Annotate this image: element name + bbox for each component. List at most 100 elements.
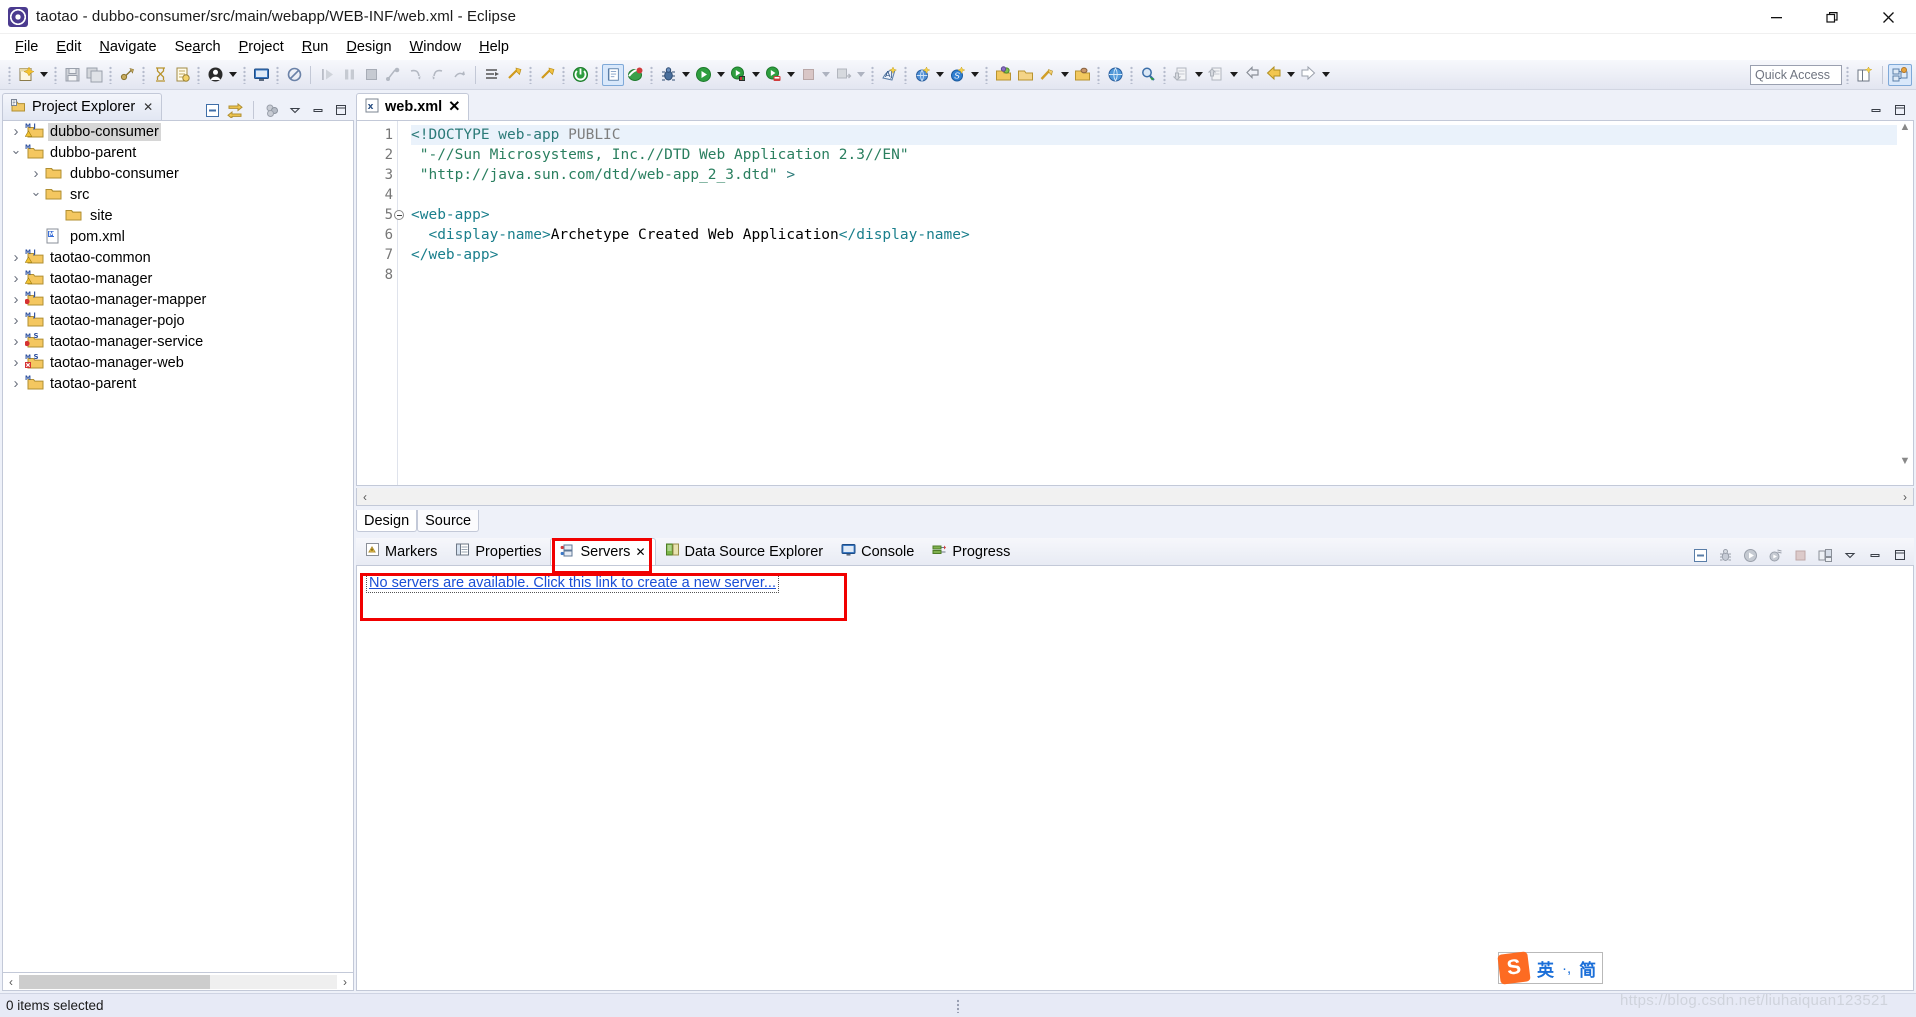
close-icon[interactable]: ✕ xyxy=(448,99,460,115)
toolbar-grip-8[interactable] xyxy=(529,65,532,84)
save-all-icon[interactable] xyxy=(83,64,105,86)
debug-server-icon[interactable] xyxy=(1715,545,1735,565)
search-icon[interactable] xyxy=(1137,64,1159,86)
menu-navigate[interactable]: Navigate xyxy=(90,36,165,58)
code-line[interactable]: "-//Sun Microsystems, Inc.//DTD Web Appl… xyxy=(411,145,1913,165)
validate-icon[interactable] xyxy=(149,64,171,86)
open-task-icon[interactable] xyxy=(1071,64,1093,86)
tree-item-src[interactable]: ⌄ src xyxy=(3,184,353,205)
external-tools-icon[interactable] xyxy=(503,64,525,86)
back-icon[interactable] xyxy=(1262,64,1284,86)
stop-server-icon[interactable] xyxy=(1790,545,1810,565)
tree-item-taotao-common[interactable]: › M Jtaotao-common xyxy=(3,247,353,268)
chevron-right-icon[interactable]: › xyxy=(27,166,45,181)
new-wizard-dropdown-icon[interactable] xyxy=(37,64,50,86)
debug-as-icon[interactable] xyxy=(624,64,646,86)
forward-icon[interactable] xyxy=(1297,64,1319,86)
tree-item-taotao-manager-pojo[interactable]: › M Jtaotao-manager-pojo xyxy=(3,310,353,331)
create-new-server-link[interactable]: No servers are available. Click this lin… xyxy=(366,573,779,593)
minimize-icon[interactable] xyxy=(308,100,328,120)
scroll-left-arrow-icon[interactable]: ‹ xyxy=(357,490,373,504)
new-wizard-icon[interactable] xyxy=(15,64,37,86)
tab-properties[interactable]: Properties xyxy=(446,538,550,565)
minimize-icon[interactable] xyxy=(1866,100,1886,120)
toolbar-grip-15[interactable] xyxy=(1097,65,1100,84)
debug-icon[interactable] xyxy=(657,64,679,86)
servers-view-body[interactable]: No servers are available. Click this lin… xyxy=(356,566,1914,991)
scroll-right-arrow-icon[interactable]: › xyxy=(1897,490,1913,504)
scroll-down-arrow-icon[interactable]: ▼ xyxy=(1900,455,1911,467)
tab-web-xml[interactable]: x web.xml ✕ xyxy=(356,93,470,120)
view-filter-icon[interactable] xyxy=(262,100,282,120)
editor-vscrollbar[interactable]: ▲ ▼ xyxy=(1897,121,1913,467)
scroll-up-arrow-icon[interactable]: ▲ xyxy=(1900,121,1911,133)
pause-icon[interactable] xyxy=(338,64,360,86)
editor-body[interactable]: 1 2 3 4 5 6 7 8 <!DOCTYPE web-app PUBLIC "-//Su… xyxy=(356,120,1914,486)
new-spring-icon[interactable]: S xyxy=(946,64,968,86)
tree-item-taotao-manager-web[interactable]: › M Staotao-manager-web xyxy=(3,352,353,373)
previous-annotation-dropdown-icon[interactable] xyxy=(1227,64,1240,86)
run-as-dropdown-icon[interactable] xyxy=(749,64,762,86)
tree-item-taotao-parent[interactable]: › Mtaotao-parent xyxy=(3,373,353,394)
chevron-right-icon[interactable]: › xyxy=(7,355,25,370)
run-dropdown-icon[interactable] xyxy=(714,64,727,86)
previous-annotation-icon[interactable] xyxy=(1205,64,1227,86)
tree-item-pom-xml[interactable]: Mpom.xml xyxy=(3,226,353,247)
maximize-icon[interactable] xyxy=(331,100,351,120)
menu-project[interactable]: Project xyxy=(230,36,293,58)
toolbar-grip-3[interactable] xyxy=(109,65,112,84)
java-ee-perspective-icon[interactable] xyxy=(1888,63,1912,86)
debug-dropdown-icon[interactable] xyxy=(679,64,692,86)
chevron-right-icon[interactable]: › xyxy=(7,292,25,307)
coverage-dropdown-icon[interactable] xyxy=(784,64,797,86)
toolbar-grip-2[interactable] xyxy=(54,65,57,84)
back-dropdown-icon[interactable] xyxy=(1284,64,1297,86)
maximize-icon[interactable] xyxy=(1890,100,1910,120)
tab-project-explorer[interactable]: Project Explorer ✕ xyxy=(2,93,163,120)
collapse-all-icon[interactable] xyxy=(202,100,222,120)
terminate-icon[interactable] xyxy=(360,64,382,86)
hscroll-track[interactable] xyxy=(19,974,337,989)
toolbar-grip[interactable] xyxy=(8,65,11,84)
user-dropdown-icon[interactable] xyxy=(226,64,239,86)
menu-run[interactable]: Run xyxy=(293,36,338,58)
toolbar-grip-12[interactable] xyxy=(871,65,874,84)
minimize-icon[interactable] xyxy=(1865,545,1885,565)
toolbar-grip-4[interactable] xyxy=(142,65,145,84)
open-type-icon[interactable] xyxy=(992,64,1014,86)
run-icon[interactable] xyxy=(692,64,714,86)
tab-servers[interactable]: Servers ✕ xyxy=(550,538,656,565)
step-over-icon[interactable] xyxy=(316,64,338,86)
code-line[interactable]: <display-name>Archetype Created Web Appl… xyxy=(411,225,1913,245)
close-icon[interactable]: ✕ xyxy=(143,100,153,114)
annotation-icon[interactable] xyxy=(1036,64,1058,86)
tab-markers[interactable]: Markers xyxy=(356,538,446,565)
new-web-project-dropdown-icon[interactable] xyxy=(933,64,946,86)
chevron-right-icon[interactable]: › xyxy=(7,313,25,328)
run-last-tool-icon[interactable] xyxy=(481,64,503,86)
build-icon[interactable] xyxy=(171,64,193,86)
source-code[interactable]: <!DOCTYPE web-app PUBLIC "-//Sun Microsy… xyxy=(411,121,1913,485)
chevron-right-icon[interactable]: › xyxy=(7,271,25,286)
open-resource-icon[interactable] xyxy=(1014,64,1036,86)
annotation-dropdown-icon[interactable] xyxy=(1058,64,1071,86)
toolbar-grip-10[interactable] xyxy=(595,65,598,84)
save-icon[interactable] xyxy=(61,64,83,86)
code-line[interactable]: <!DOCTYPE web-app PUBLIC xyxy=(411,125,1913,145)
ime-separator-label[interactable]: ·, xyxy=(1560,960,1573,977)
toolbar-grip-7[interactable] xyxy=(276,65,279,84)
tab-progress[interactable]: Progress xyxy=(923,538,1019,565)
open-web-browser-icon[interactable] xyxy=(1104,64,1126,86)
user-icon[interactable] xyxy=(204,64,226,86)
tree-item-dubbo-consumer[interactable]: › dubbo-consumer xyxy=(3,163,353,184)
skip-breakpoints-icon[interactable] xyxy=(283,64,305,86)
menu-window[interactable]: Window xyxy=(401,36,471,58)
external-tools-2-icon[interactable] xyxy=(536,64,558,86)
close-icon[interactable]: ✕ xyxy=(635,545,645,559)
maximize-icon[interactable] xyxy=(1890,545,1910,565)
menu-help[interactable]: Help xyxy=(470,36,518,58)
new-spring-dropdown-icon[interactable] xyxy=(968,64,981,86)
toolbar-grip-14[interactable] xyxy=(985,65,988,84)
chevron-right-icon[interactable]: › xyxy=(7,376,25,391)
chevron-right-icon[interactable]: › xyxy=(7,334,25,349)
